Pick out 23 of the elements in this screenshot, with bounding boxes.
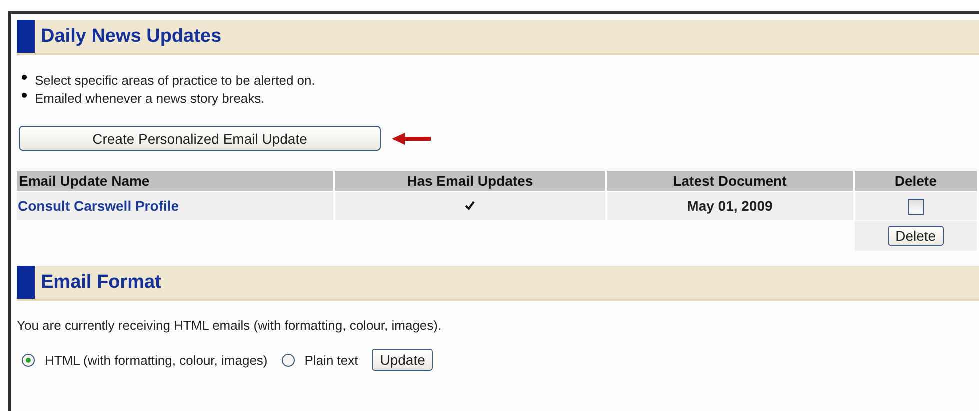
column-header: Email Update Name [17, 171, 333, 191]
update-button[interactable]: Update [372, 349, 434, 371]
bullet-icon [22, 92, 27, 98]
format-message: You are currently receiving HTML emails (with formatting, colour, images). [17, 318, 443, 333]
column-header: Has Email Updates [334, 171, 606, 191]
table-cell: May 01, 2009 [607, 192, 853, 220]
radio-button[interactable] [22, 354, 35, 366]
radio-label[interactable]: Plain text [304, 352, 358, 368]
column-header: Latest Document [607, 171, 853, 191]
section-title: Daily News Updates [40, 26, 222, 48]
bullet-icon [22, 74, 27, 80]
radio-label[interactable]: HTML (with formatting, colour, images) [45, 352, 268, 368]
column-header: Delete [854, 171, 977, 191]
bullet-text: Select specific areas of practice to be alerted on. [35, 72, 316, 88]
accent-bar [17, 20, 35, 53]
delete-button[interactable]: Delete [888, 226, 944, 246]
section-title: Email Format [40, 272, 162, 294]
create-email-update-button[interactable]: Create Personalized Email Update [19, 126, 381, 151]
radio-button[interactable] [282, 354, 295, 366]
bullet-text: Emailed whenever a news story breaks. [35, 90, 265, 106]
accent-bar [17, 266, 35, 299]
delete-checkbox[interactable] [908, 198, 924, 215]
arrow-icon [391, 132, 433, 146]
